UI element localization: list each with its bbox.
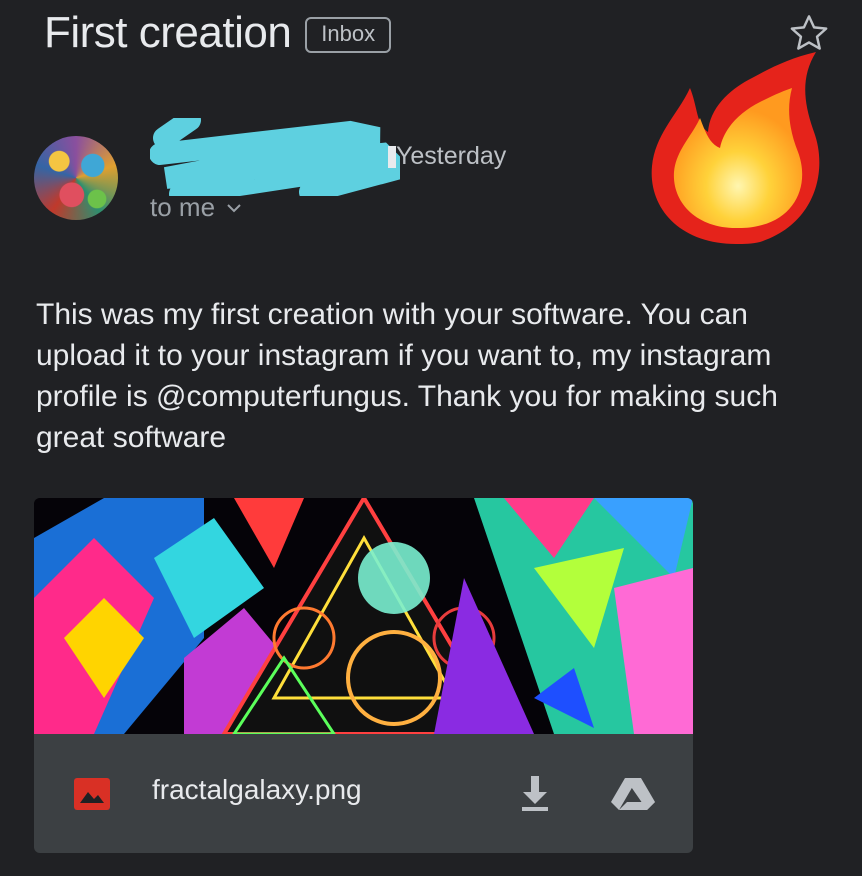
email-subject: First creation — [44, 8, 292, 57]
subject-row: First creation Inbox — [44, 8, 392, 58]
chevron-down-icon — [227, 203, 241, 212]
recipient-label: to me — [150, 192, 216, 222]
attachment-thumbnail[interactable] — [34, 498, 693, 734]
google-drive-icon[interactable] — [610, 776, 656, 812]
inbox-label-chip[interactable]: Inbox — [305, 17, 392, 53]
attachment-bar: fractalgalaxy.png — [34, 734, 693, 853]
recipient-details-toggle[interactable]: to me — [150, 192, 241, 223]
sender-name-redaction — [150, 118, 400, 196]
attachment-filename[interactable]: fractalgalaxy.png — [152, 774, 362, 806]
download-icon[interactable] — [518, 774, 552, 812]
sender-avatar[interactable] — [34, 136, 118, 220]
fire-emoji-sticker — [651, 52, 820, 244]
email-body: This was my first creation with your sof… — [36, 298, 778, 454]
attachment-card[interactable]: fractalgalaxy.png — [34, 498, 693, 853]
image-file-icon — [74, 778, 110, 810]
email-date: Yesterday — [396, 142, 507, 170]
